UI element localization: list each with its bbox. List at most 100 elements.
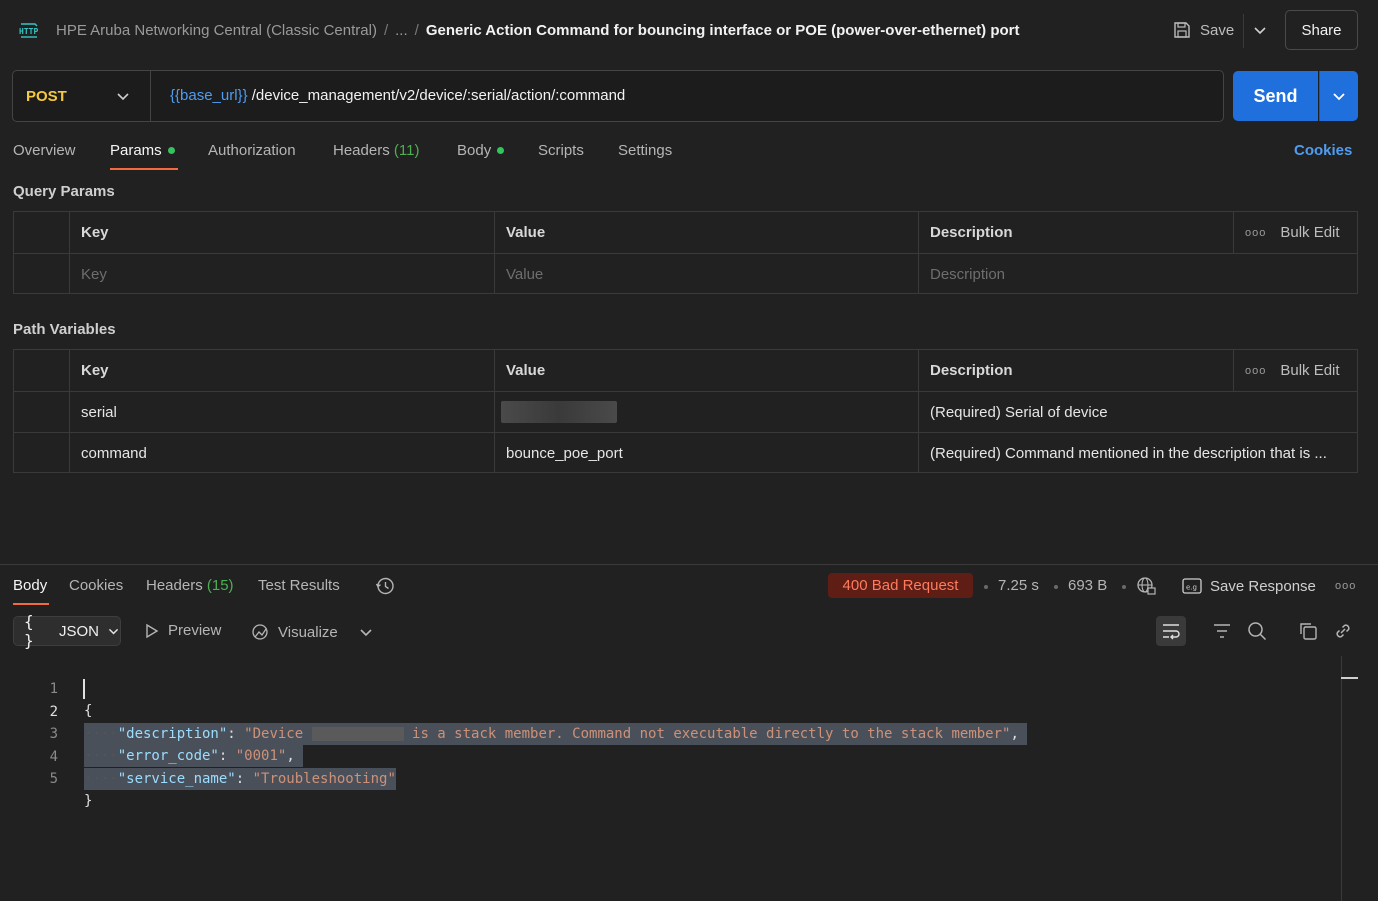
network-icon[interactable] [1136,576,1156,599]
send-options-button[interactable] [1319,71,1358,121]
json-key: "service_name" [117,771,236,787]
tab-body[interactable]: Body [457,142,505,159]
query-params-table: Key Value Description ooo Bulk Edit Key … [13,211,1358,294]
divider [0,564,1378,565]
bulk-edit-button[interactable]: Bulk Edit [1280,362,1339,379]
preview-label: Preview [168,622,222,639]
tab-headers-label: Headers [333,142,390,159]
column-key: Key [81,224,109,241]
code-line: 1 { [0,656,1340,719]
breadcrumb: HPE Aruba Networking Central (Classic Ce… [56,22,1019,39]
link-icon[interactable] [1333,621,1353,644]
description-input[interactable]: (Required) Serial of device [919,392,1358,432]
breadcrumb-separator: / [414,22,419,39]
value-input[interactable]: Value [495,254,919,294]
copy-icon[interactable] [1298,621,1318,644]
save-response-button[interactable]: e.g Save Response [1182,577,1316,595]
filter-icon[interactable] [1212,621,1232,644]
wrap-lines-button[interactable] [1156,616,1186,646]
share-button[interactable]: Share [1285,10,1358,50]
response-tab-test-results[interactable]: Test Results [258,577,340,594]
tab-headers-count: (11) [393,142,420,159]
play-icon [146,623,159,638]
chevron-down-icon [1333,93,1345,101]
column-key: Key [81,362,109,379]
tab-body-label: Body [457,142,492,159]
breadcrumb-ellipsis[interactable]: ... [395,22,408,39]
response-tab-headers[interactable]: Headers (15) [146,577,234,594]
redacted-value [501,401,617,423]
active-tab-indicator [13,603,49,605]
method-select[interactable]: POST [26,88,67,105]
braces-icon: { } [24,612,34,650]
description-input[interactable]: (Required) Command mentioned in the desc… [919,433,1358,473]
more-icon[interactable]: ooo [1245,227,1266,239]
text-cursor [83,679,85,699]
tab-overview[interactable]: Overview [13,142,76,159]
response-tab-headers-count: (15) [206,577,234,594]
url-path: /device_management/v2/device/:serial/act… [247,87,626,104]
chevron-down-icon[interactable] [1252,22,1268,38]
table-row: Key Value Description [14,253,1357,294]
request-title[interactable]: Generic Action Command for bouncing inte… [426,22,1020,39]
format-label: JSON [58,622,99,640]
code-text: } [84,793,93,809]
divider [150,71,151,121]
separator-dot [984,585,988,589]
table-row: command bounce_poe_port (Required) Comma… [14,432,1357,473]
search-icon[interactable] [1247,621,1267,644]
value-input[interactable] [495,392,919,432]
more-icon[interactable]: ooo [1335,580,1356,592]
key-cell: command [81,444,147,462]
more-icon[interactable]: ooo [1245,365,1266,377]
tab-params[interactable]: Params [110,142,175,159]
history-icon[interactable] [375,576,395,599]
status-badge[interactable]: 400 Bad Request [828,573,973,598]
url-variable[interactable]: {{base_url}} [170,87,248,104]
status-dot [167,146,175,154]
breadcrumb-separator: / [383,22,389,39]
key-cell: serial [81,403,117,421]
separator-dot [1054,585,1058,589]
response-time[interactable]: 7.25 s [998,577,1039,594]
value-input[interactable]: bounce_poe_port [495,433,919,473]
response-size[interactable]: 693 B [1068,577,1107,594]
visualize-button[interactable]: Visualize [250,622,338,642]
scrollbar[interactable] [1341,656,1342,901]
send-button[interactable]: Send [1233,71,1318,121]
indent-guide: ···· [84,771,118,787]
cookies-link[interactable]: Cookies [1294,142,1352,159]
code-line: 5 } [0,746,1340,809]
tab-settings[interactable]: Settings [618,142,672,159]
column-value: Value [506,224,546,241]
visualize-label: Visualize [278,623,338,641]
tab-authorization[interactable]: Authorization [208,142,296,159]
query-params-label: Query Params [13,183,115,200]
url-input[interactable]: {{base_url}} /device_management/v2/devic… [170,87,625,104]
description-input[interactable]: Description [919,254,1358,294]
code-text: ····"service_name": "Troubleshooting" [84,768,396,790]
scrollbar-thumb[interactable] [1341,677,1358,679]
tab-scripts[interactable]: Scripts [538,142,584,159]
preview-button[interactable]: Preview [144,622,221,639]
response-tab-body[interactable]: Body [13,577,47,594]
column-value: Value [506,362,546,379]
chevron-down-icon[interactable] [358,624,374,643]
divider [1243,14,1244,48]
separator-dot [1122,585,1126,589]
svg-text:e.g: e.g [1186,584,1197,592]
svg-text:HTTP: HTTP [19,27,38,36]
save-response-label: Save Response [1210,577,1316,595]
tab-headers[interactable]: Headers (11) [333,142,419,159]
table-header-row: Key Value Description ooo Bulk Edit [14,212,1357,253]
save-button[interactable]: Save [1172,20,1234,40]
code-line: 3 ····"error_code": "0001", [0,701,1340,767]
format-select[interactable]: { } JSON [13,612,121,650]
key-input[interactable]: Key [70,254,494,294]
response-tab-cookies[interactable]: Cookies [69,577,123,594]
chevron-down-icon[interactable] [115,88,131,104]
http-icon: HTTP [18,20,40,42]
table-row: serial (Required) Serial of device [14,391,1357,432]
bulk-edit-button[interactable]: Bulk Edit [1280,224,1339,241]
breadcrumb-workspace[interactable]: HPE Aruba Networking Central (Classic Ce… [56,22,377,39]
